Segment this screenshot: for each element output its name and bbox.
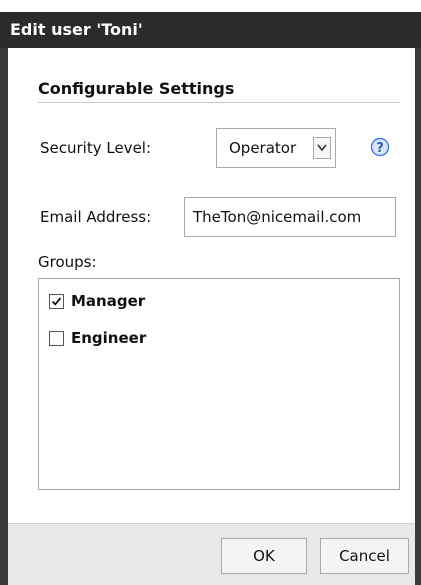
group-label-manager: Manager bbox=[71, 292, 146, 310]
section-title: Configurable Settings bbox=[38, 79, 235, 98]
chevron-down-icon[interactable] bbox=[313, 137, 331, 159]
dialog-footer: OK Cancel bbox=[8, 523, 415, 585]
group-label-engineer: Engineer bbox=[71, 329, 147, 347]
engineer-checkbox[interactable] bbox=[49, 331, 64, 346]
cancel-button[interactable]: Cancel bbox=[320, 538, 409, 574]
svg-text:?: ? bbox=[376, 141, 384, 156]
ok-button[interactable]: OK bbox=[221, 538, 307, 574]
groups-label: Groups: bbox=[38, 253, 97, 271]
security-level-select[interactable]: Operator bbox=[216, 128, 336, 168]
checkmark-icon bbox=[51, 297, 62, 306]
dialog-right-border bbox=[415, 48, 421, 585]
help-icon[interactable]: ? bbox=[370, 137, 390, 157]
section-divider bbox=[38, 102, 400, 103]
security-level-label: Security Level: bbox=[40, 139, 152, 157]
dialog-left-border bbox=[0, 48, 8, 585]
dialog-title: Edit user 'Toni' bbox=[0, 12, 421, 48]
groups-list: Manager Engineer bbox=[38, 278, 400, 490]
email-label: Email Address: bbox=[40, 208, 152, 226]
security-level-value: Operator bbox=[229, 139, 297, 157]
edit-user-dialog: Edit user 'Toni' Configurable Settings S… bbox=[0, 0, 421, 585]
top-strip bbox=[0, 0, 421, 12]
manager-checkbox[interactable] bbox=[49, 294, 64, 309]
email-field[interactable]: TheTon@nicemail.com bbox=[184, 197, 396, 237]
